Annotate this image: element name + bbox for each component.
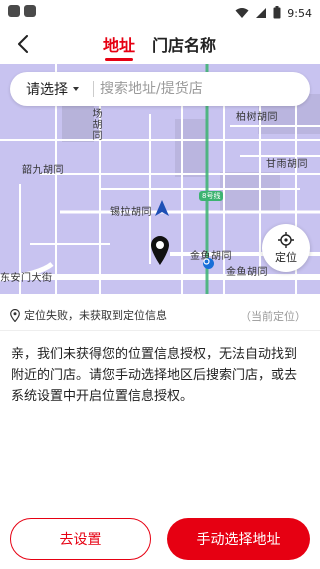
divider: [0, 330, 320, 331]
bottom-panel: 定位失败，未获取到定位信息 （当前定位） 亲，我们未获得您的位置信息授权，无法自…: [0, 294, 320, 569]
wifi-icon: [235, 4, 249, 23]
tab-indicator: [105, 58, 133, 61]
location-pin-icon: [10, 308, 20, 322]
map-label-xila: 锡拉胡同: [110, 207, 152, 218]
region-select[interactable]: 请选择: [10, 72, 87, 106]
locate-label: 定位: [275, 250, 297, 264]
tab-store-name[interactable]: 门店名称: [152, 32, 216, 56]
back-button[interactable]: [12, 32, 34, 56]
status-time: 9:54: [287, 7, 312, 20]
map-label-jinyu-2: 金鱼胡同: [226, 267, 268, 278]
battery-icon: [273, 4, 281, 23]
current-location-link[interactable]: （当前定位）: [240, 308, 306, 324]
go-settings-button[interactable]: 去设置: [10, 518, 151, 560]
map-label-bohu: 柏树胡同: [236, 112, 278, 123]
manual-select-address-button[interactable]: 手动选择地址: [167, 518, 310, 560]
signal-icon: [255, 4, 267, 23]
screen: 9:54 地址 门店名称 场胡同 柏树胡同 甘雨胡同 韶九胡同 锡拉胡同 金鱼胡…: [0, 0, 320, 569]
tab-address[interactable]: 地址: [103, 32, 135, 56]
caret-down-icon: [73, 87, 79, 91]
map-label-shaojiu: 韶九胡同: [22, 165, 64, 176]
metro-station-icon: [203, 258, 214, 269]
search-bar: 请选择: [10, 72, 310, 106]
header: 地址 门店名称: [0, 24, 320, 64]
notification-icons: [8, 5, 36, 17]
status-bar: 9:54: [0, 0, 320, 24]
notification-icon: [8, 5, 20, 17]
map-label-ganyu: 甘雨胡同: [266, 159, 308, 170]
permission-message: 亲，我们未获得您的位置信息授权，无法自动找到附近的门店。请您手动选择地区后搜索门…: [11, 347, 298, 404]
search-divider: [93, 81, 94, 97]
notification-icon: [24, 5, 36, 17]
crosshair-icon: [278, 231, 294, 248]
locate-button[interactable]: 定位: [262, 224, 310, 272]
map-label-dongan: 东安门大街: [0, 273, 53, 284]
location-status-row: 定位失败，未获取到定位信息 （当前定位）: [10, 306, 310, 324]
region-select-label: 请选择: [26, 82, 68, 98]
chevron-left-icon: [18, 35, 28, 53]
metro-line-badge: 8号线: [199, 191, 224, 201]
map-pin-icon: [148, 234, 172, 266]
location-status-text: 定位失败，未获取到定位信息: [24, 309, 167, 322]
map-label-vertical: 场胡同: [90, 108, 101, 141]
search-input[interactable]: [100, 81, 290, 97]
